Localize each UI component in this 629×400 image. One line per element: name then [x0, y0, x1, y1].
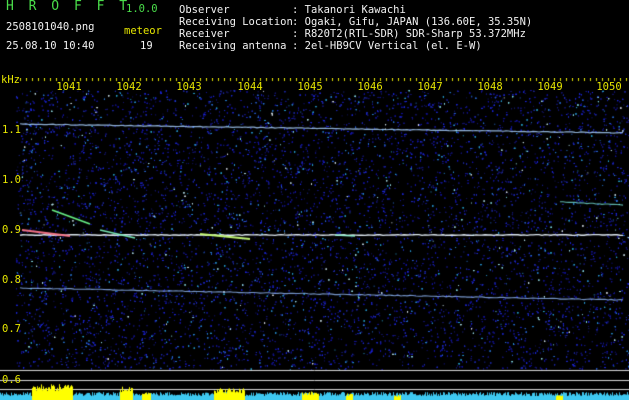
x-tick-label: 1042 — [116, 81, 142, 93]
info-key-receiver: Receiver — [179, 28, 230, 40]
meteor-label: meteor — [124, 25, 162, 37]
y-tick-label: 0.8 — [2, 274, 21, 286]
x-tick-label: 1046 — [357, 81, 383, 93]
info-value-receiver: : R820T2(RTL-SDR) SDR-Sharp 53.372MHz — [292, 28, 526, 40]
y-tick-label: 1.0 — [2, 174, 21, 186]
header-panel: H R O F F T 1.0.0 2508101040.png 25.08.1… — [0, 0, 629, 78]
info-value-observer: : Takanori Kawachi — [292, 4, 406, 16]
meteor-count: 19 — [140, 40, 153, 52]
file-name: 2508101040.png — [6, 21, 95, 33]
info-key-antenna: Receiving antenna — [179, 40, 287, 52]
x-tick-label: 1045 — [297, 81, 323, 93]
x-tick-label: 1044 — [237, 81, 263, 93]
app-version: 1.0.0 — [126, 3, 158, 15]
x-tick-label: 1047 — [417, 81, 443, 93]
x-tick-label: 1041 — [56, 81, 82, 93]
x-tick-label: 1050 — [596, 81, 622, 93]
app-name: H R O F F T — [6, 0, 131, 14]
spectrogram — [0, 78, 629, 400]
info-key-location: Receiving Location — [179, 16, 293, 28]
x-tick-label: 1043 — [176, 81, 202, 93]
info-key-observer: Observer — [179, 4, 230, 16]
x-tick-label: 1048 — [477, 81, 503, 93]
y-tick-label: 0.9 — [2, 224, 21, 236]
y-tick-label: 0.7 — [2, 323, 21, 335]
y-tick-label: 0.6 — [2, 374, 21, 386]
x-tick-label: 1049 — [537, 81, 563, 93]
datetime: 25.08.10 10:40 — [6, 40, 95, 52]
y-axis-unit: kHz — [1, 74, 20, 86]
y-tick-label: 1.1 — [2, 124, 21, 136]
info-value-antenna: : 2el-HB9CV Vertical (el. E-W) — [292, 40, 482, 52]
info-value-location: : Ogaki, Gifu, JAPAN (136.60E, 35.35N) — [292, 16, 533, 28]
